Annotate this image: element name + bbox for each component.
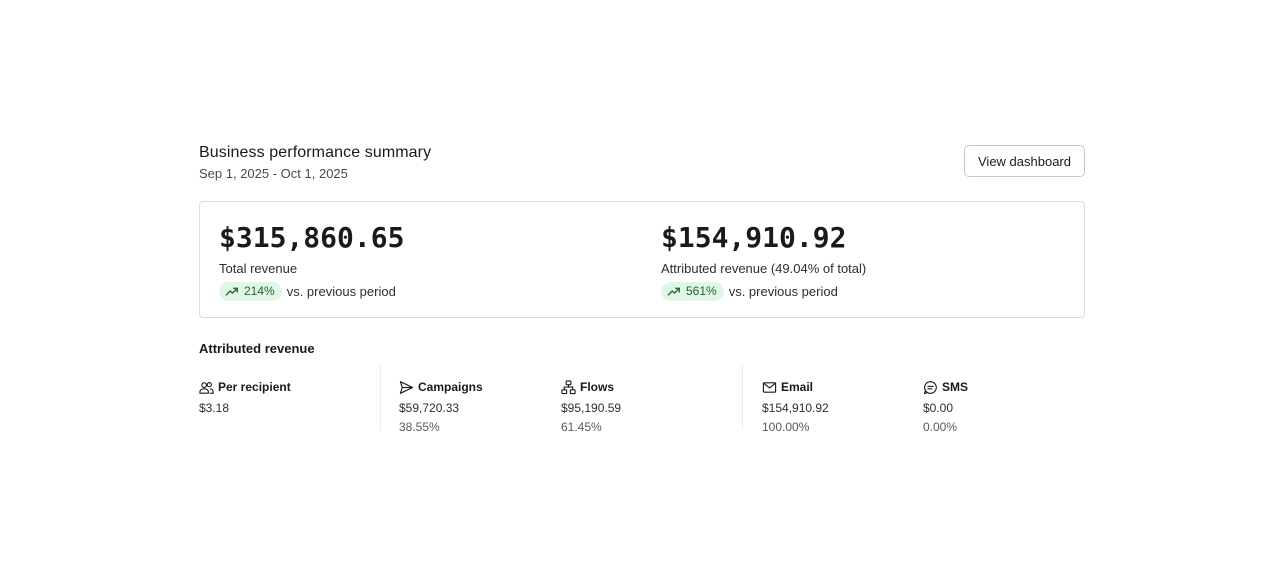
kpi-value: $154,910.92 <box>661 221 847 254</box>
change-badge: 214% <box>219 281 282 301</box>
date-range: Sep 1, 2025 - Oct 1, 2025 <box>199 166 348 181</box>
metric-header: Flows <box>561 378 621 396</box>
metric-header: Email <box>762 378 829 396</box>
metric-percent: 0.00% <box>923 420 958 434</box>
trending-up-icon <box>667 287 680 296</box>
metric-value: $3.18 <box>199 401 230 415</box>
metric-sms: SMS $0.00 0.00% <box>923 378 968 434</box>
metric-per-recipient: Per recipient $3.18 <box>199 378 291 415</box>
send-icon <box>399 380 414 394</box>
metric-value: $154,910.92 <box>762 401 829 415</box>
metric-label: SMS <box>942 380 969 394</box>
kpi-attributed-revenue: $154,910.92 Attributed revenue (49.04% o… <box>661 220 866 301</box>
metric-percent: 61.45% <box>561 420 602 434</box>
metric-value: $59,720.33 <box>399 401 460 415</box>
divider <box>380 364 381 430</box>
attributed-metrics: Per recipient $3.18 Campaigns $59,720.33… <box>199 364 1085 444</box>
metric-percent: 38.55% <box>399 420 440 434</box>
trending-up-icon <box>225 287 238 296</box>
metric-header: Per recipient <box>199 378 291 396</box>
change-suffix: vs. previous period <box>728 283 838 299</box>
divider <box>742 364 743 430</box>
kpi-label: Attributed revenue (49.04% of total) <box>661 261 867 276</box>
view-dashboard-button[interactable]: View dashboard <box>964 145 1085 177</box>
kpi-card: $315,860.65 Total revenue 214% vs. previ… <box>199 201 1085 318</box>
chat-icon <box>923 380 937 394</box>
metric-campaigns: Campaigns $59,720.33 38.55% <box>399 378 483 434</box>
metric-label: Email <box>781 380 814 394</box>
metric-header: SMS <box>923 378 968 396</box>
flows-icon <box>561 379 576 394</box>
kpi-value: $315,860.65 <box>219 221 405 254</box>
metric-value: $95,190.59 <box>561 401 622 415</box>
change-value: 561% <box>686 284 717 298</box>
metric-email: Email $154,910.92 100.00% <box>762 378 829 434</box>
metric-header: Campaigns <box>399 378 483 396</box>
mail-icon <box>762 381 777 393</box>
kpi-label: Total revenue <box>219 261 298 276</box>
change-badge: 561% <box>661 281 724 301</box>
metric-value: $0.00 <box>923 401 954 415</box>
metric-flows: Flows $95,190.59 61.45% <box>561 378 621 434</box>
performance-summary: Business performance summary Sep 1, 2025… <box>199 144 1085 444</box>
metric-label: Flows <box>580 380 615 394</box>
section-title: Attributed revenue <box>199 341 315 356</box>
kpi-total-revenue: $315,860.65 Total revenue 214% vs. previ… <box>219 220 404 301</box>
metric-label: Campaigns <box>418 380 483 394</box>
people-icon <box>199 381 214 394</box>
metric-label: Per recipient <box>218 380 291 394</box>
summary-header: Business performance summary Sep 1, 2025… <box>199 144 1085 182</box>
change-value: 214% <box>244 284 275 298</box>
kpi-change: 561% vs. previous period <box>661 281 866 301</box>
change-suffix: vs. previous period <box>286 283 396 299</box>
page-title: Business performance summary <box>199 144 432 161</box>
metric-percent: 100.00% <box>762 420 810 434</box>
kpi-change: 214% vs. previous period <box>219 281 404 301</box>
